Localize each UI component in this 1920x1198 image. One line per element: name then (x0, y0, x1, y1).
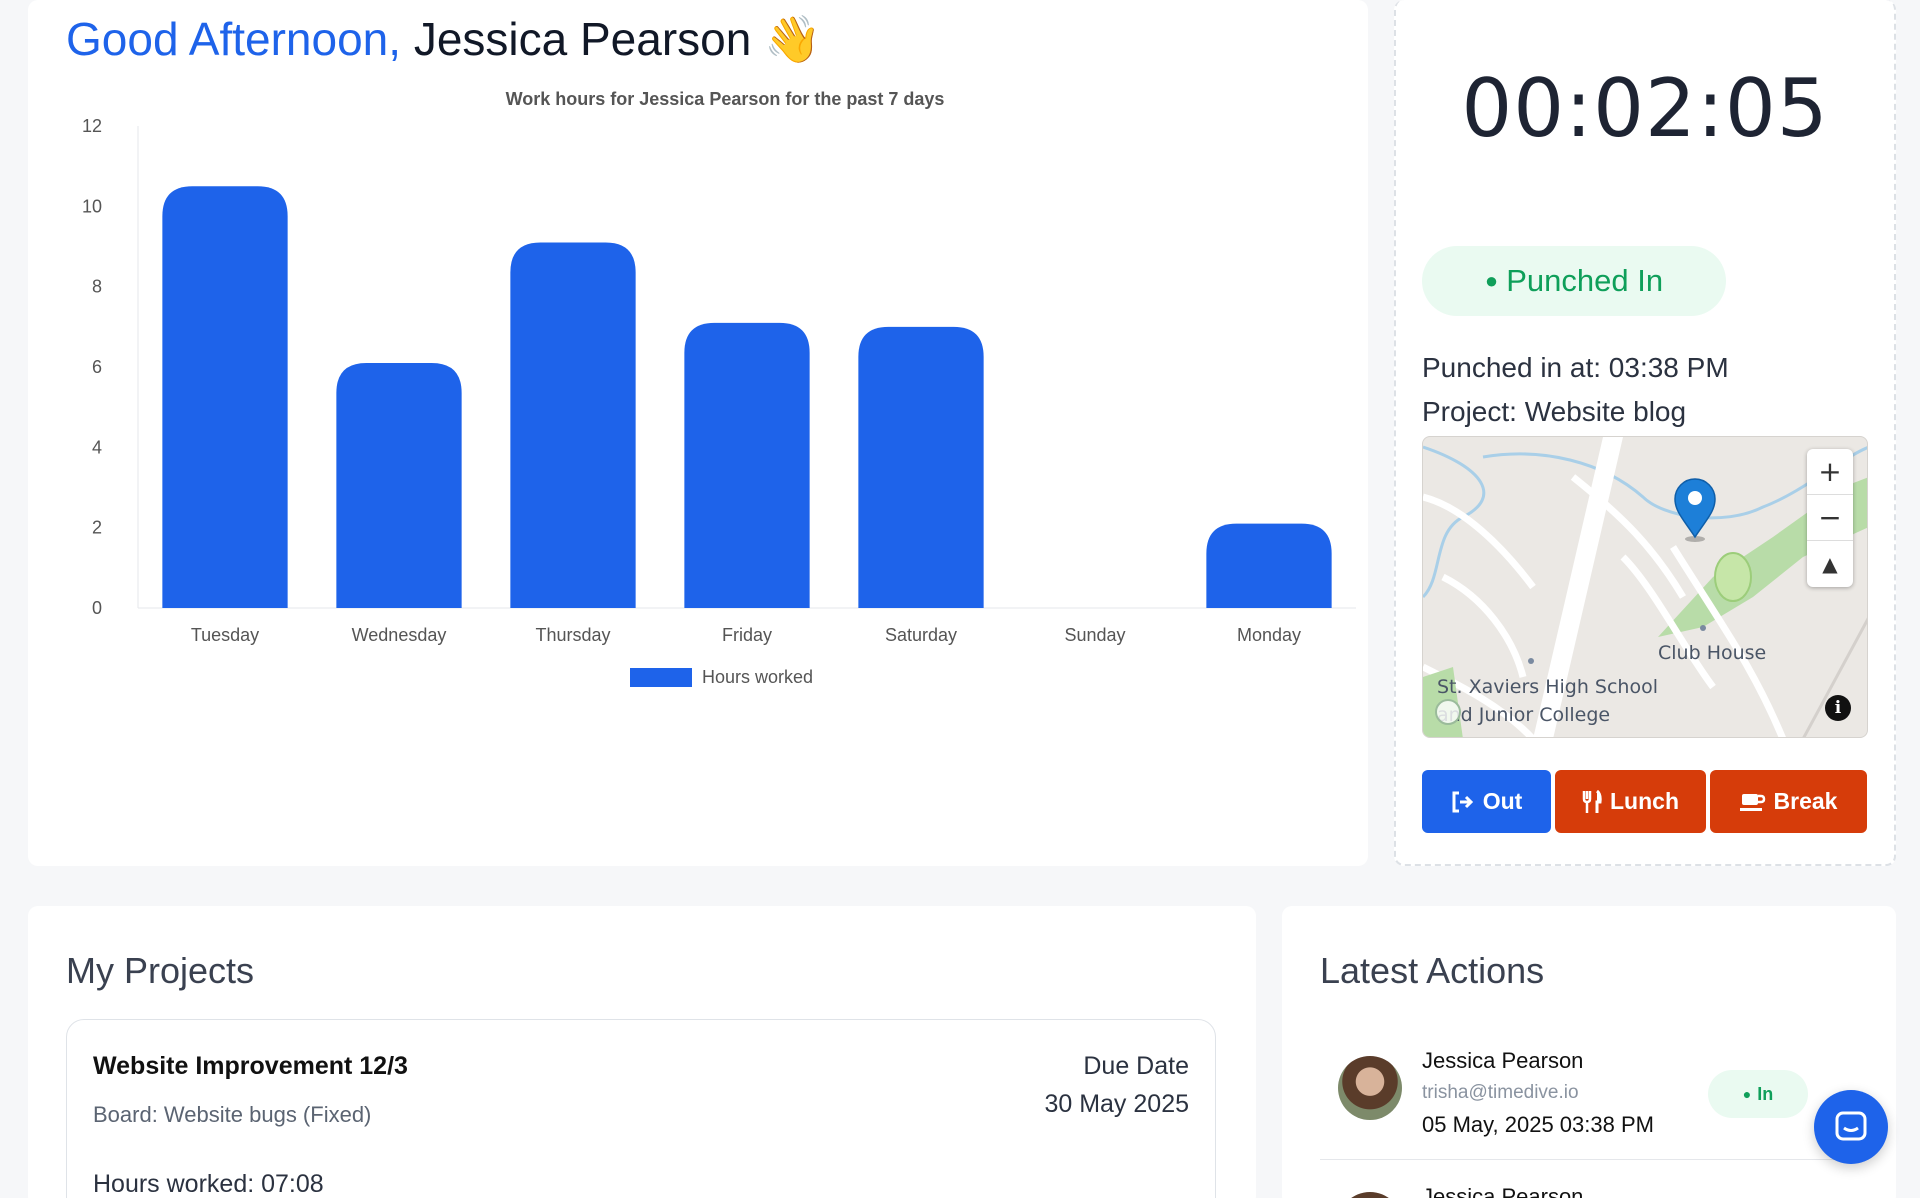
action-user-email: trisha@timedive.io (1422, 1082, 1579, 1103)
chart-bar-thursday[interactable] (510, 242, 636, 608)
y-tick-label: 4 (92, 437, 102, 457)
legend-swatch (630, 668, 692, 687)
latest-actions-title: Latest Actions (1320, 950, 1545, 991)
chart-bar-friday[interactable] (684, 322, 810, 608)
chart-bar-wednesday[interactable] (336, 362, 462, 608)
project-hours: Hours worked: 07:08 (93, 1170, 324, 1198)
y-tick-label: 8 (92, 277, 102, 297)
action-status-label: In (1757, 1083, 1774, 1104)
lunch-label: Lunch (1610, 788, 1679, 814)
sign-out-icon (1452, 791, 1473, 812)
project-board: Board: Website bugs (Fixed) (93, 1102, 372, 1127)
map-label-club-house: Club House (1658, 642, 1766, 664)
compass-button[interactable]: ▲ (1807, 541, 1853, 587)
map-attribution-icon[interactable] (1435, 699, 1461, 725)
project-name: Website Improvement 12/3 (93, 1052, 408, 1080)
action-list-item[interactable]: Jessica Pearson (1320, 1176, 1866, 1198)
action-timestamp: 05 May, 2025 03:38 PM (1422, 1112, 1654, 1137)
lunch-button[interactable]: Lunch (1555, 770, 1706, 833)
x-tick-label: Saturday (885, 625, 957, 645)
chart-legend[interactable]: Hours worked (630, 667, 813, 687)
action-list-item[interactable]: Jessica Pearson trisha@timedive.io 05 Ma… (1320, 1040, 1866, 1160)
y-tick-label: 0 (92, 598, 102, 618)
greeting-salutation: Good Afternoon, (66, 13, 402, 65)
my-projects-card: My Projects Website Improvement 12/3 Boa… (28, 906, 1256, 1198)
punch-out-label: Out (1482, 788, 1523, 814)
latest-actions-card: Latest Actions Jessica Pearson trisha@ti… (1282, 906, 1896, 1198)
due-date-value: 30 May 2025 (1044, 1090, 1189, 1118)
legend-label: Hours worked (702, 667, 813, 687)
map-zoom-controls: + − ▲ (1807, 449, 1853, 587)
punch-clock-card: 00:02:05 ● Punched In Punched in at: 03:… (1394, 0, 1896, 866)
map-label-school: St. Xaviers High School (1437, 676, 1658, 698)
x-tick-label: Thursday (535, 625, 610, 645)
break-button[interactable]: Break (1710, 770, 1867, 833)
punch-out-button[interactable]: Out (1422, 770, 1551, 833)
map-label-college: and Junior College (1437, 704, 1610, 726)
due-date-label: Due Date (1083, 1052, 1189, 1080)
y-tick-label: 12 (82, 116, 102, 136)
x-tick-label: Monday (1237, 625, 1301, 645)
location-map[interactable]: Club House St. Xaviers High School and J… (1422, 436, 1868, 738)
punch-status-label: Punched In (1506, 263, 1664, 298)
punched-in-time: Punched in at: 03:38 PM (1422, 352, 1729, 383)
x-tick-label: Friday (722, 625, 772, 645)
avatar (1338, 1056, 1402, 1120)
break-label: Break (1773, 788, 1838, 814)
status-dot-icon: ● (1742, 1086, 1752, 1102)
zoom-in-button[interactable]: + (1807, 449, 1853, 495)
chart-bar-saturday[interactable] (858, 326, 984, 608)
punch-project: Project: Website blog (1422, 396, 1687, 427)
y-tick-label: 2 (92, 518, 102, 538)
greeting-user-name: Jessica Pearson (413, 13, 752, 65)
chart-bar-tuesday[interactable] (162, 186, 288, 608)
work-hours-card: Good Afternoon, Jessica Pearson 👋 Work h… (28, 0, 1368, 866)
chat-launcher-button[interactable] (1814, 1090, 1888, 1164)
y-tick-label: 10 (82, 196, 102, 216)
x-tick-label: Sunday (1064, 625, 1125, 645)
chart-bar-monday[interactable] (1206, 523, 1332, 608)
location-pin-icon[interactable] (1674, 478, 1716, 542)
zoom-out-button[interactable]: − (1807, 495, 1853, 541)
action-user-name: Jessica Pearson (1422, 1048, 1584, 1073)
project-card[interactable]: Website Improvement 12/3 Board: Website … (66, 1019, 1216, 1198)
action-status-badge: ● In (1708, 1070, 1808, 1118)
work-hours-chart: Work hours for Jessica Pearson for the p… (82, 89, 1356, 687)
x-tick-label: Wednesday (352, 625, 447, 645)
greeting-heading: Good Afternoon, Jessica Pearson 👋 (66, 12, 821, 67)
map-info-button[interactable]: i (1825, 695, 1851, 721)
punch-action-buttons: Out Lunch Break (1422, 770, 1867, 833)
coffee-cup-icon (1739, 793, 1765, 811)
avatar (1338, 1192, 1402, 1198)
x-tick-label: Tuesday (191, 625, 259, 645)
waving-hand-icon: 👋 (764, 13, 822, 65)
action-user-name: Jessica Pearson (1422, 1184, 1584, 1198)
my-projects-title: My Projects (66, 950, 255, 991)
y-tick-label: 6 (92, 357, 102, 377)
chart-title: Work hours for Jessica Pearson for the p… (506, 89, 945, 109)
map-tiles: Club House St. Xaviers High School and J… (1423, 437, 1867, 737)
elapsed-timer: 00:02:05 (1461, 62, 1829, 155)
punch-status-badge: ● Punched In (1422, 246, 1726, 316)
utensils-icon (1582, 789, 1602, 813)
chat-icon (1835, 1111, 1867, 1141)
status-dot-icon: ● (1484, 268, 1499, 293)
